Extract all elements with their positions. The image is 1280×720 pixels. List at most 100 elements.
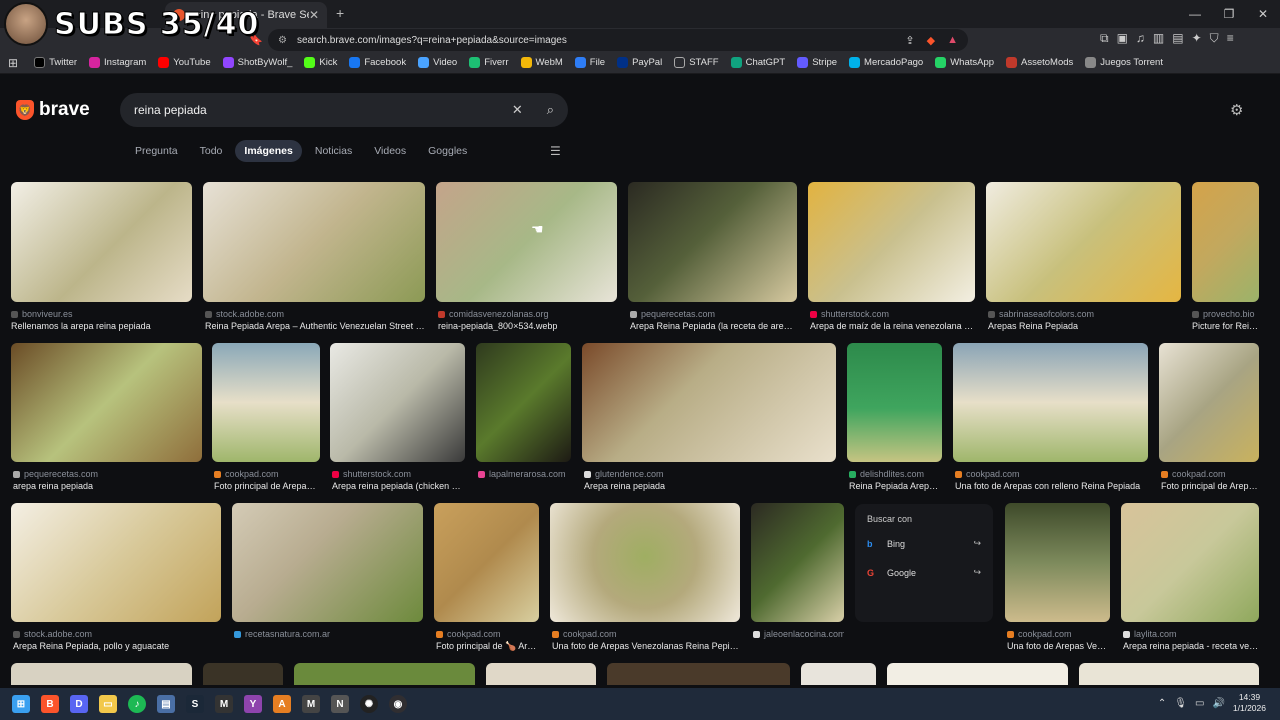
windows-start-icon[interactable]: ⊞	[12, 695, 30, 713]
result-image[interactable]	[887, 663, 1068, 685]
bookmark-fiverr[interactable]: Fiverr	[469, 57, 509, 68]
tab-goggles[interactable]: Goggles	[419, 140, 476, 162]
result-image[interactable]	[434, 503, 539, 622]
result-image[interactable]	[847, 343, 942, 462]
discord-icon[interactable]: D	[70, 695, 88, 713]
result-caption[interactable]: Foto principal de Arepas ...	[214, 481, 320, 491]
result-image[interactable]	[212, 343, 320, 462]
result-source[interactable]: recetasnatura.com.ar	[234, 629, 423, 639]
share-icon[interactable]: ⇪	[905, 34, 914, 47]
result-caption[interactable]: Una foto de Arepas Vene...	[1007, 641, 1110, 651]
result-caption[interactable]: Reina Pepiada Arepa – Authentic Venezuel…	[205, 321, 425, 331]
vpn-icon[interactable]: ⛉	[1210, 31, 1219, 46]
tab-noticias[interactable]: Noticias	[306, 140, 361, 162]
search-with-bing[interactable]: b Bing ↪	[867, 538, 981, 549]
result-image[interactable]	[607, 663, 790, 685]
bookmark-whatsapp[interactable]: WhatsApp	[935, 57, 994, 68]
result-image[interactable]	[1121, 503, 1259, 622]
result-source[interactable]: bonviveur.es	[11, 309, 192, 319]
result-source[interactable]: glutendence.com	[584, 469, 836, 479]
brave-shields-icon[interactable]: ◆	[927, 34, 935, 47]
result-caption[interactable]: Picture for Rein...	[1192, 321, 1259, 331]
tab-videos[interactable]: Videos	[365, 140, 415, 162]
result-image[interactable]	[1159, 343, 1259, 462]
result-source[interactable]: shutterstock.com	[332, 469, 465, 479]
app-icon[interactable]: ▤	[157, 695, 175, 713]
tab-close-icon[interactable]: ✕	[309, 8, 319, 22]
result-source[interactable]: cookpad.com	[1161, 469, 1259, 479]
result-caption[interactable]: Arepa Reina Pepiada (la receta de arepa …	[630, 321, 797, 331]
search-input[interactable]: reina pepiada ✕ ⌕	[120, 93, 568, 127]
bookmark-mercadopago[interactable]: MercadoPago	[849, 57, 923, 68]
result-image[interactable]	[294, 663, 475, 685]
wallet-icon[interactable]: ▤	[1172, 31, 1183, 46]
result-source[interactable]: delishdlites.com	[849, 469, 942, 479]
result-caption[interactable]: Arepa reina pepiada (chicken av...	[332, 481, 465, 491]
bookmark-twitter[interactable]: Twitter	[34, 57, 77, 68]
tab-todo[interactable]: Todo	[191, 140, 232, 162]
address-bar[interactable]: ⚙ search.brave.com/images?q=reina+pepiad…	[268, 29, 968, 51]
spotify-icon[interactable]: ♪	[128, 695, 146, 713]
result-image[interactable]	[330, 343, 465, 462]
result-caption[interactable]: Una foto de Arepas Venezolanas Reina Pep…	[552, 641, 740, 651]
extensions-icon[interactable]: ⧉	[1100, 31, 1109, 46]
search-with-google[interactable]: G Google ↪	[867, 567, 981, 578]
app-icon[interactable]: N	[331, 695, 349, 713]
apps-grid-icon[interactable]: ⊞	[8, 56, 18, 70]
network-icon[interactable]: ▭	[1195, 698, 1204, 709]
result-image[interactable]	[1192, 182, 1259, 302]
result-caption[interactable]: Reina Pepiada Arepas ...	[849, 481, 942, 491]
result-source[interactable]: jaleoenlacocina.com	[753, 629, 844, 639]
result-source[interactable]: cookpad.com	[552, 629, 740, 639]
result-caption[interactable]: Arepa de maíz de la reina venezolana pep…	[810, 321, 975, 331]
result-source[interactable]: cookpad.com	[436, 629, 539, 639]
microphone-icon[interactable]: 🎙	[1174, 698, 1187, 709]
result-image[interactable]	[486, 663, 596, 685]
clear-icon[interactable]: ✕	[512, 102, 523, 118]
result-image[interactable]	[11, 343, 202, 462]
result-image[interactable]	[986, 182, 1181, 302]
result-source[interactable]: pequerecetas.com	[13, 469, 202, 479]
result-image[interactable]	[1005, 503, 1110, 622]
result-caption[interactable]: Foto principal de 🍗 Are...	[436, 641, 539, 652]
result-image[interactable]	[751, 503, 844, 622]
result-source[interactable]: laylita.com	[1123, 629, 1259, 639]
close-window-icon[interactable]: ✕	[1246, 0, 1280, 28]
result-image[interactable]	[11, 182, 192, 302]
brave-taskbar-icon[interactable]: B	[41, 695, 59, 713]
volume-icon[interactable]: 🔊	[1212, 698, 1224, 709]
tray-chevron-icon[interactable]: ⌃	[1158, 698, 1166, 709]
leo-ai-icon[interactable]: ✦	[1192, 31, 1202, 46]
result-source[interactable]: lapalmerarosa.com	[478, 469, 571, 479]
result-image[interactable]	[203, 182, 425, 302]
app-icon[interactable]: M	[215, 695, 233, 713]
app-icon[interactable]: A	[273, 695, 291, 713]
filters-icon[interactable]: ☰	[550, 144, 561, 158]
result-source[interactable]: sabrinaseaofcolors.com	[988, 309, 1181, 319]
result-image[interactable]	[628, 182, 797, 302]
result-image[interactable]	[801, 663, 876, 685]
sidebar-icon[interactable]: ▥	[1153, 31, 1164, 46]
bookmark-instagram[interactable]: Instagram	[89, 57, 146, 68]
result-source[interactable]: stock.adobe.com	[13, 629, 221, 639]
result-caption[interactable]: Una foto de Arepas con relleno Reina Pep…	[955, 481, 1148, 491]
bookmark-paypal[interactable]: PayPal	[617, 57, 662, 68]
bookmark-staff[interactable]: STAFF	[674, 57, 719, 68]
bookmark-youtube[interactable]: YouTube	[158, 57, 211, 68]
result-image[interactable]	[11, 503, 221, 622]
result-caption[interactable]: Arepa reina pepiada	[584, 481, 836, 491]
bookmark-video[interactable]: Video	[418, 57, 457, 68]
result-source[interactable]: stock.adobe.com	[205, 309, 425, 319]
app-icon[interactable]: Y	[244, 695, 262, 713]
result-source[interactable]: cookpad.com	[214, 469, 320, 479]
media-icon[interactable]: ♫	[1136, 31, 1145, 46]
result-source[interactable]: shutterstock.com	[810, 309, 975, 319]
tab-imagenes[interactable]: Imágenes	[235, 140, 302, 162]
result-image[interactable]	[436, 182, 617, 302]
result-caption[interactable]: Arepas Reina Pepiada	[988, 321, 1181, 331]
result-source[interactable]: provecho.bio	[1192, 309, 1259, 319]
bookmark-kick[interactable]: Kick	[304, 57, 337, 68]
result-image[interactable]	[953, 343, 1148, 462]
result-caption[interactable]: Rellenamos la arepa reina pepiada	[11, 321, 192, 331]
brave-logo[interactable]: 🦁 brave	[16, 99, 90, 121]
